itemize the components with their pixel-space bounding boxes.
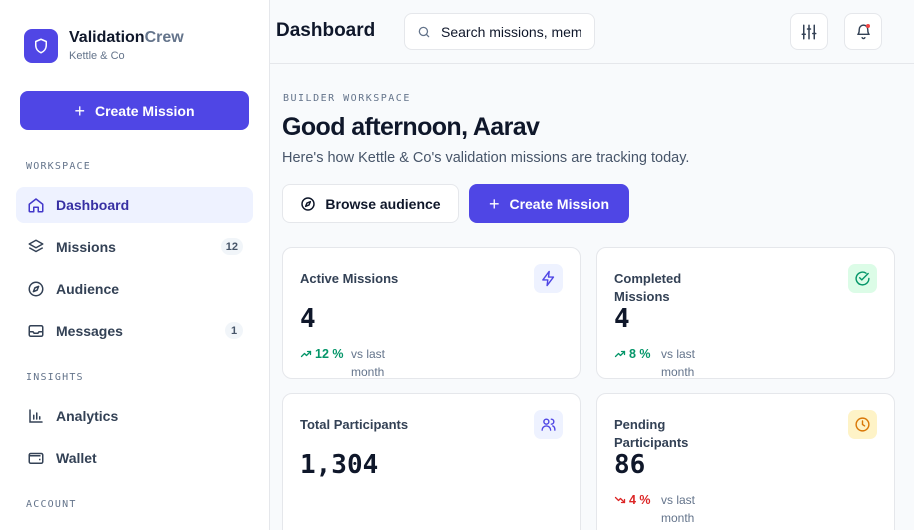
- lead-text: Here's how Kettle & Co's validation miss…: [282, 150, 690, 166]
- create-mission-label: Create Mission: [509, 195, 610, 212]
- compass-icon: [27, 280, 45, 298]
- page-title: Dashboard: [276, 20, 376, 41]
- brand-subtitle: Kettle & Co: [69, 50, 125, 62]
- plus-icon: +: [74, 100, 85, 121]
- stat-title: Active Missions: [300, 271, 399, 286]
- stat-card-completed-missions[interactable]: Completed Missions 4 8 % vs last month: [596, 247, 895, 379]
- filter-button[interactable]: [790, 13, 828, 50]
- top-bar: Dashboard: [270, 0, 914, 64]
- stat-trend: 12 % vs last month: [300, 345, 405, 381]
- clock-icon: [848, 410, 877, 439]
- trend-up-icon: [300, 348, 312, 360]
- bar-chart-icon: [27, 407, 45, 425]
- sidebar-item-wallet[interactable]: Wallet: [16, 440, 253, 476]
- stat-trend: 8 % vs last month: [614, 345, 715, 381]
- compass-icon: [300, 196, 316, 212]
- trend-note: vs last month: [351, 347, 386, 379]
- sidebar-create-mission-button[interactable]: + Create Mission: [20, 91, 249, 130]
- stat-title: Total Participants: [300, 417, 409, 432]
- sidebar-item-label: Audience: [56, 281, 120, 297]
- brand-name: ValidationCrew: [69, 29, 184, 46]
- trend-value: 4 %: [629, 493, 651, 507]
- users-icon: [534, 410, 563, 439]
- sidebar-item-messages[interactable]: Messages 1: [16, 313, 253, 349]
- section-label-account: ACCOUNT: [26, 499, 77, 510]
- trend-down-icon: [614, 494, 626, 506]
- trend-value: 8 %: [629, 347, 651, 361]
- eyebrow-label: BUILDER WORKSPACE: [283, 93, 411, 104]
- trend-up-icon: [614, 348, 626, 360]
- check-circle-icon: [848, 264, 877, 293]
- create-mission-button[interactable]: + Create Mission: [469, 184, 629, 223]
- plus-icon: +: [488, 193, 500, 214]
- inbox-icon: [27, 322, 45, 340]
- stat-card-pending-participants[interactable]: Pending Participants 86 4 % vs last mont…: [596, 393, 895, 530]
- trend-value: 12 %: [315, 347, 344, 361]
- missions-count-badge: 12: [220, 238, 243, 255]
- stat-title: Pending Participants: [614, 417, 689, 450]
- zap-icon: [534, 264, 563, 293]
- browse-audience-label: Browse audience: [325, 195, 441, 212]
- browse-audience-button[interactable]: Browse audience: [282, 184, 459, 223]
- home-icon: [27, 196, 45, 214]
- messages-count-badge: 1: [225, 322, 243, 339]
- stat-title: Completed Missions: [614, 271, 682, 304]
- stat-value: 86: [614, 450, 646, 480]
- greeting-heading: Good afternoon, Aarav: [282, 113, 540, 141]
- sidebar-item-label: Analytics: [56, 408, 119, 424]
- trend-note: vs last month: [661, 493, 696, 525]
- sidebar-create-mission-label: Create Mission: [94, 102, 195, 119]
- wallet-icon: [27, 449, 45, 467]
- sidebar-item-dashboard[interactable]: Dashboard: [16, 187, 253, 223]
- search-icon: [417, 25, 431, 39]
- sliders-icon: [800, 23, 818, 41]
- sidebar-item-missions[interactable]: Missions 12: [16, 229, 253, 265]
- search-input[interactable]: [441, 23, 581, 40]
- stat-card-total-participants[interactable]: Total Participants 1,304: [282, 393, 581, 530]
- search-box[interactable]: [404, 13, 595, 50]
- stat-value: 1,304: [300, 450, 379, 480]
- stat-card-active-missions[interactable]: Active Missions 4 12 % vs last month: [282, 247, 581, 379]
- section-label-workspace: WORKSPACE: [26, 161, 91, 172]
- section-label-insights: INSIGHTS: [26, 372, 84, 383]
- notification-dot: [866, 24, 870, 28]
- stat-trend: 4 % vs last month: [614, 491, 715, 527]
- sidebar-item-audience[interactable]: Audience: [16, 271, 253, 307]
- layers-icon: [27, 238, 45, 256]
- sidebar-item-label: Missions: [56, 239, 116, 255]
- sidebar-item-label: Messages: [56, 323, 123, 339]
- sidebar: ValidationCrew Kettle & Co + Create Miss…: [0, 0, 270, 530]
- notifications-button[interactable]: [844, 13, 882, 50]
- stat-value: 4: [614, 304, 630, 334]
- trend-note: vs last month: [661, 347, 696, 379]
- stat-value: 4: [300, 304, 316, 334]
- brand[interactable]: ValidationCrew Kettle & Co: [24, 28, 184, 63]
- shield-icon: [24, 28, 58, 63]
- sidebar-item-label: Wallet: [56, 450, 97, 466]
- sidebar-item-label: Dashboard: [56, 197, 130, 213]
- sidebar-item-analytics[interactable]: Analytics: [16, 398, 253, 434]
